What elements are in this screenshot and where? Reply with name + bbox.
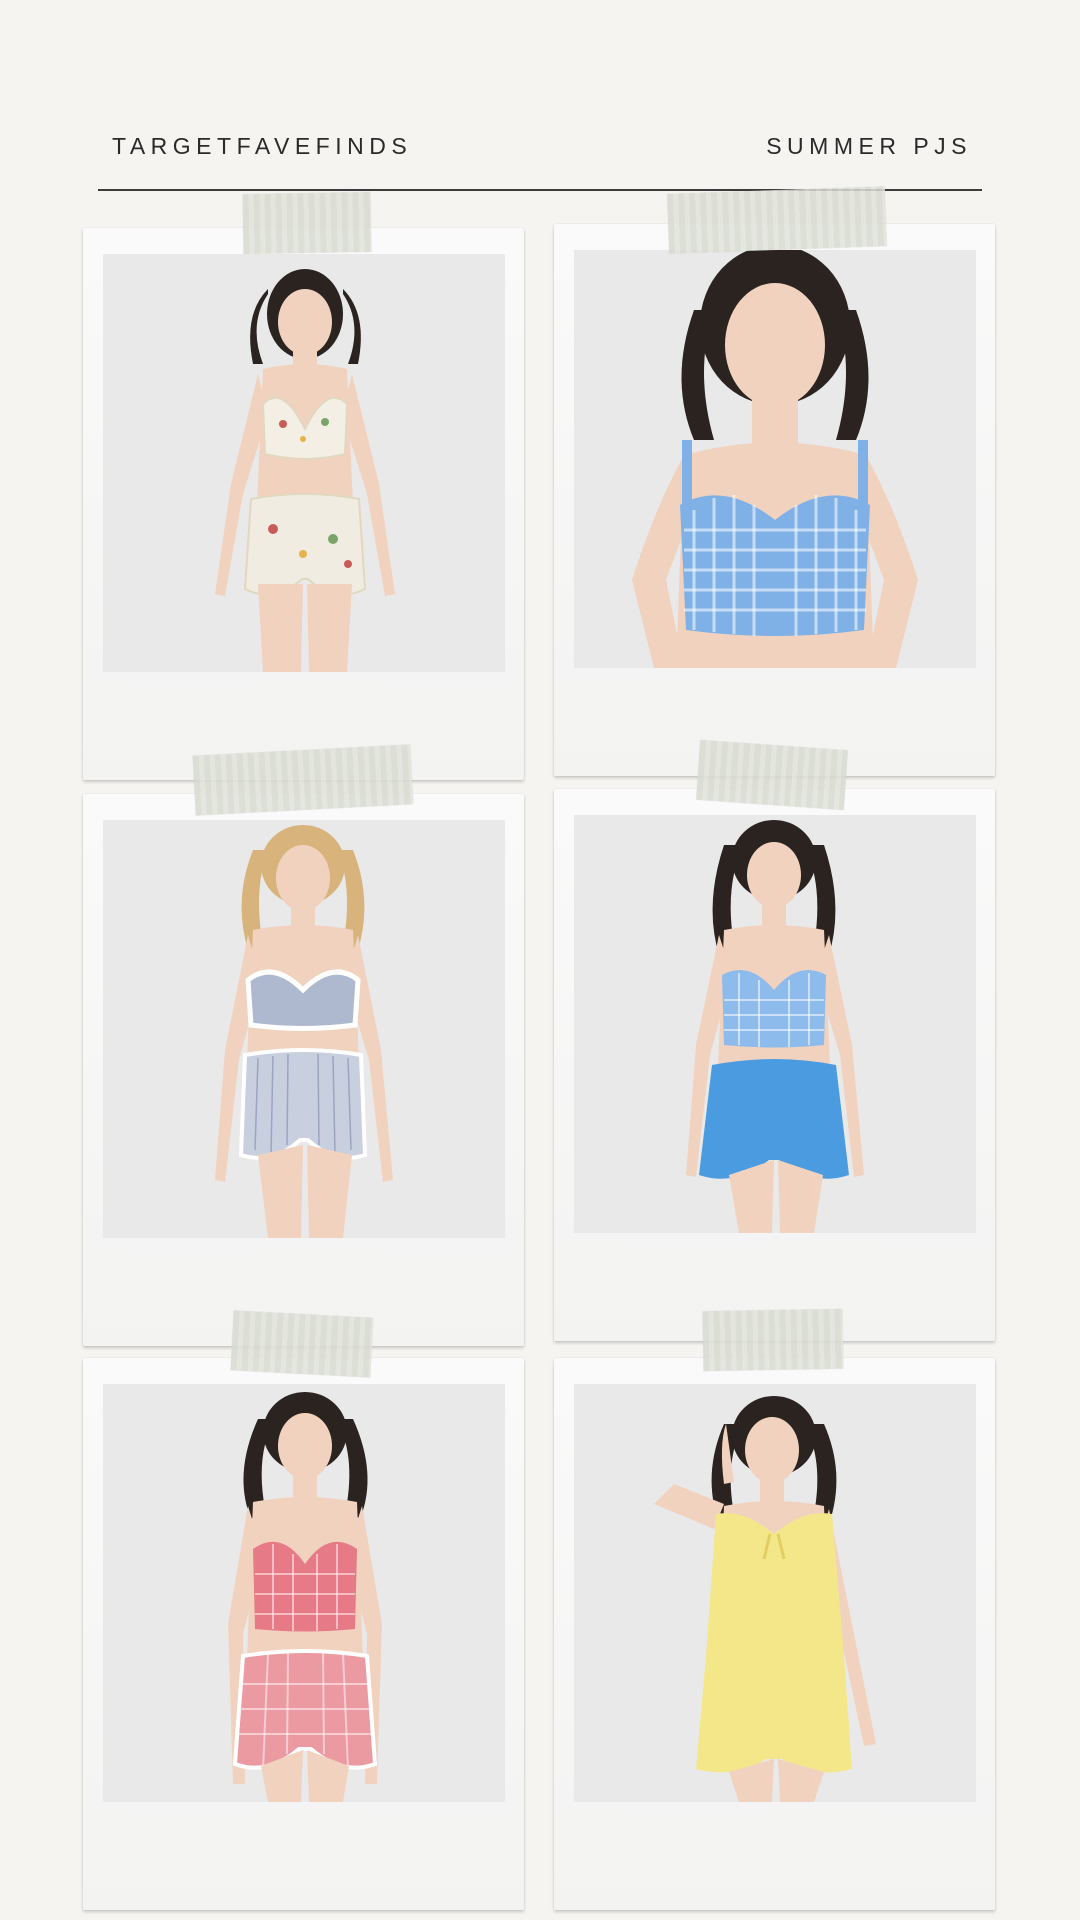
product-photo <box>574 815 976 1233</box>
polaroid-card[interactable] <box>83 228 524 780</box>
product-photo <box>574 250 976 668</box>
washi-tape <box>230 1310 374 1378</box>
polaroid-card[interactable] <box>554 789 995 1341</box>
polaroid-card[interactable] <box>83 794 524 1346</box>
washi-tape <box>242 191 372 255</box>
polaroid-card[interactable] <box>83 1358 524 1910</box>
model-figure <box>654 1396 876 1802</box>
model-figure <box>215 269 395 672</box>
washi-tape <box>192 744 414 816</box>
polaroid-card[interactable] <box>554 1358 995 1910</box>
model-figure <box>228 1392 382 1802</box>
model-figure <box>686 820 864 1233</box>
product-photo <box>574 1384 976 1802</box>
brand-title: TARGETFAVEFINDS <box>112 133 413 159</box>
model-figure <box>632 250 918 668</box>
collection-title: SUMMER PJS <box>766 133 972 159</box>
polaroid-card[interactable] <box>554 224 995 776</box>
product-photo <box>103 1384 505 1802</box>
product-photo <box>103 820 505 1238</box>
page-header: TARGETFAVEFINDS SUMMER PJS <box>112 133 972 160</box>
washi-tape <box>702 1308 844 1372</box>
washi-tape <box>667 186 887 254</box>
washi-tape <box>696 739 848 811</box>
product-photo <box>103 254 505 672</box>
model-figure <box>215 825 393 1238</box>
